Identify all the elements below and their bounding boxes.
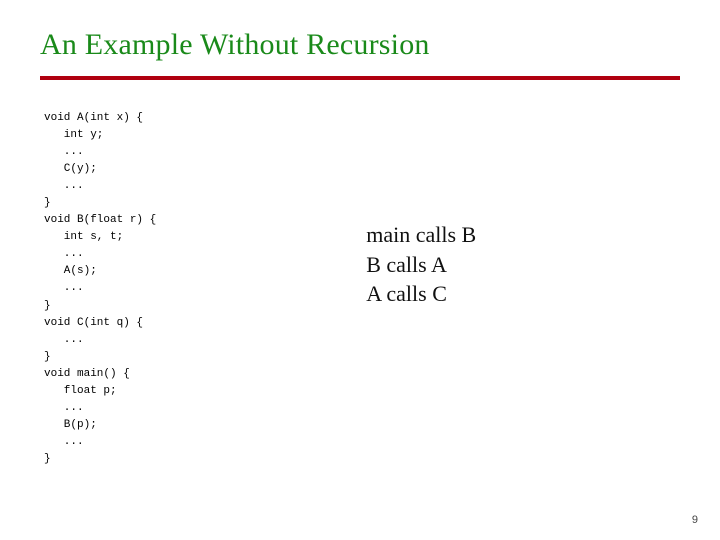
page-number: 9 bbox=[692, 514, 698, 526]
call-summary: main calls B B calls A A calls C bbox=[366, 220, 476, 309]
slide-title: An Example Without Recursion bbox=[40, 28, 680, 62]
call-line-3: A calls C bbox=[366, 279, 476, 309]
call-line-1: main calls B bbox=[366, 220, 476, 250]
code-block: void A(int x) { int y; ... C(y); ... } v… bbox=[40, 110, 156, 468]
title-underline bbox=[40, 76, 680, 80]
slide: An Example Without Recursion void A(int … bbox=[0, 0, 720, 540]
call-line-2: B calls A bbox=[366, 250, 476, 280]
slide-body: void A(int x) { int y; ... C(y); ... } v… bbox=[40, 110, 680, 468]
